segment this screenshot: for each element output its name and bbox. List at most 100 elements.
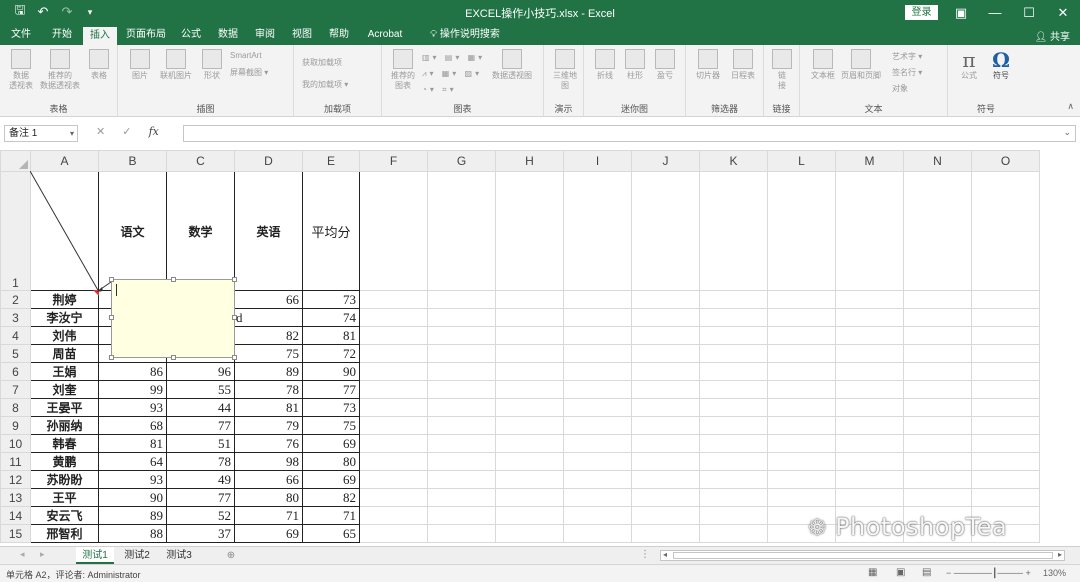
cell[interactable] [903,344,972,363]
cell[interactable] [563,524,632,543]
cell[interactable] [563,290,632,309]
cell[interactable] [631,434,700,453]
score-cell[interactable]: 49 [166,470,235,489]
cell[interactable] [563,488,632,507]
row-header[interactable]: 12 [0,470,31,489]
cell[interactable] [699,290,768,309]
column-header[interactable]: J [631,150,700,172]
score-cell[interactable]: 69 [302,434,360,453]
cell[interactable] [699,380,768,399]
line-chart-icon[interactable]: ⩘▾ ▦▾ ▨▾ [422,69,482,79]
row-header[interactable]: 14 [0,506,31,525]
score-cell[interactable]: 76 [234,434,303,453]
score-cell[interactable]: 69 [302,470,360,489]
tab-home[interactable]: 开始 [44,25,80,45]
score-cell[interactable]: 80 [302,452,360,471]
cell[interactable] [971,434,1040,453]
cell[interactable] [835,416,904,435]
cell[interactable] [699,524,768,543]
header-cell[interactable]: 数学 [166,171,235,291]
cell[interactable] [631,171,700,291]
cell[interactable] [767,452,836,471]
cell[interactable] [699,362,768,381]
cell[interactable] [427,488,496,507]
row-header[interactable]: 6 [0,362,31,381]
cell[interactable] [631,506,700,525]
cell[interactable] [903,470,972,489]
score-cell[interactable]: 98 [234,452,303,471]
comment-box[interactable] [109,277,237,360]
score-cell[interactable]: 78 [234,380,303,399]
recommended-charts-button[interactable]: 推荐的 图表 [386,49,420,91]
score-cell[interactable]: 89 [98,506,167,525]
student-name-cell[interactable]: 孙丽纳 [30,416,99,435]
pie-chart-icon[interactable]: ◔▾ ⌗▾ [422,85,457,95]
row-header[interactable]: 10 [0,434,31,453]
cell[interactable] [835,308,904,327]
score-cell[interactable]: 77 [302,380,360,399]
score-cell[interactable]: 71 [234,506,303,525]
get-addins-button[interactable]: 获取加载项 [302,57,342,68]
cell[interactable] [767,362,836,381]
equation-button[interactable]: π 公式 [954,49,984,81]
header-cell[interactable]: 英语 [234,171,303,291]
cell[interactable] [359,380,428,399]
cell[interactable] [359,470,428,489]
cell[interactable] [903,434,972,453]
textbox-button[interactable]: 文本框 [808,49,838,81]
cell[interactable] [699,470,768,489]
cell[interactable] [495,488,564,507]
insert-function-icon[interactable]: fx [149,125,159,138]
score-cell[interactable]: 81 [234,398,303,417]
cell[interactable] [427,416,496,435]
cell[interactable] [767,308,836,327]
cell[interactable] [835,290,904,309]
formula-input[interactable]: ⌄ [183,125,1076,142]
cell[interactable] [495,506,564,525]
cell[interactable] [971,488,1040,507]
cell[interactable] [427,506,496,525]
ribbon-display-options-icon[interactable]: ▣ [944,0,978,25]
cell[interactable] [903,416,972,435]
online-pictures-button[interactable]: 联机图片 [156,49,196,81]
cell[interactable] [427,398,496,417]
cell[interactable] [359,524,428,543]
share-button[interactable]: 👤︎ 共享 [1035,28,1070,43]
collapse-ribbon-icon[interactable]: ∧ [1067,101,1074,112]
cell[interactable] [767,434,836,453]
cell[interactable] [359,452,428,471]
link-button[interactable]: 链 接 [770,49,794,91]
cell[interactable] [427,470,496,489]
cell[interactable] [903,308,972,327]
score-cell[interactable]: 73 [302,398,360,417]
timeline-button[interactable]: 日程表 [726,49,760,81]
cell[interactable] [903,171,972,291]
screenshot-button[interactable]: 屏幕截图 ▾ [230,67,268,78]
column-header[interactable]: H [495,150,564,172]
cell[interactable] [971,452,1040,471]
column-header[interactable]: C [166,150,235,172]
score-cell[interactable]: 90 [98,488,167,507]
3d-map-button[interactable]: 三维地 图 [550,49,580,91]
cell[interactable] [359,362,428,381]
tab-review[interactable]: 审阅 [249,25,281,45]
resize-handle[interactable] [232,277,237,282]
tab-file[interactable]: 文件 [4,25,38,45]
tab-formulas[interactable]: 公式 [176,25,206,45]
cell[interactable] [767,290,836,309]
cell[interactable] [699,344,768,363]
cell[interactable] [903,362,972,381]
cell[interactable] [495,398,564,417]
cell[interactable] [767,416,836,435]
table-button[interactable]: 表格 [84,49,114,81]
resize-handle[interactable] [232,355,237,360]
cell[interactable] [767,326,836,345]
tab-insert[interactable]: 插入 [83,27,117,45]
cell[interactable] [699,398,768,417]
cell[interactable] [699,308,768,327]
cell[interactable] [903,398,972,417]
column-header[interactable]: E [302,150,360,172]
cell[interactable] [427,362,496,381]
cell[interactable] [631,290,700,309]
column-header[interactable]: K [699,150,768,172]
